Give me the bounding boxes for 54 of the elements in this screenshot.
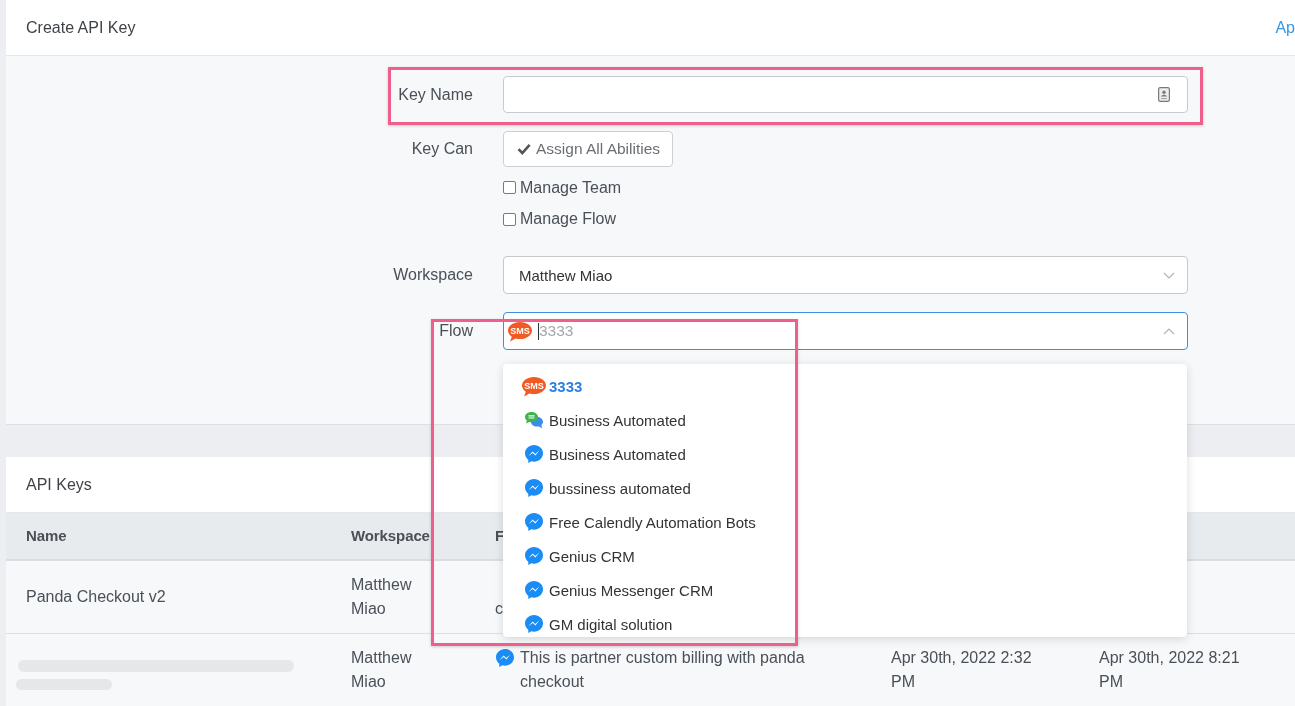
contact-card-icon[interactable] [1158,87,1170,102]
check-icon [517,143,531,155]
flow-option[interactable]: SMS 3333 [503,369,1187,403]
chevron-up-icon [1163,327,1175,335]
table-cell-text: Apr 30th, 2022 8:21 PM [1099,648,1241,692]
column-header: F [495,527,505,544]
option-label[interactable]: GM digital solution [549,615,673,633]
flow-option[interactable]: bussiness automated [503,471,1187,505]
flow-option[interactable]: Business Automated [503,437,1187,471]
assign-all-abilities-button[interactable]: Assign All Abilities [503,131,674,167]
chat-bubbles-icon [524,411,544,429]
table-cell: Panda Checkout v2 [26,588,166,605]
field-label: Key Can [411,140,473,158]
field-label: Key Name [398,85,473,104]
messenger-icon [524,512,544,532]
table-cell-text: Matthew Miao [351,648,413,692]
option-label[interactable]: 3333 [549,377,583,395]
checkbox[interactable] [503,212,516,226]
card-title: API Keys [26,475,92,494]
checkbox-label[interactable]: Manage Team [520,178,622,197]
chevron-down-icon [1163,271,1175,279]
column-header: Name [26,527,67,544]
messenger-icon [495,648,515,668]
option-label[interactable]: Business Automated [549,411,686,429]
flow-option[interactable]: Business Automated [503,403,1187,437]
flow-option[interactable]: Genius Messenger CRM [503,573,1187,607]
card-title: Create API Key [26,18,136,37]
flow-option[interactable]: Free Calendly Automation Bots [503,505,1187,539]
text-cursor [538,322,539,340]
field-label: Flow [439,321,473,341]
messenger-icon [524,614,544,634]
flow-option[interactable]: Genius CRM [503,539,1187,573]
field-label: Workspace [393,266,473,284]
messenger-icon [524,444,544,464]
table-cell-text: c [495,599,503,619]
option-label[interactable]: Genius Messenger CRM [549,581,714,599]
workspace-select[interactable]: Matthew Miao [503,256,1188,294]
table-cell-text: Matthew Miao [351,575,413,619]
checkbox-label[interactable]: Manage Flow [520,210,617,229]
option-label[interactable]: Business Automated [549,445,686,463]
messenger-icon [524,478,544,498]
sms-bubble-icon: SMS [507,320,533,342]
checkbox[interactable] [503,181,516,195]
option-label[interactable]: Free Calendly Automation Bots [549,513,756,531]
table-cell-text: Apr 30th, 2022 2:32 PM [891,648,1033,692]
sms-bubble-icon: SMS [521,375,547,397]
option-label[interactable]: bussiness automated [549,479,691,497]
table-cell-text: This is partner custom billing with panda checkout [520,648,806,692]
messenger-icon [524,546,544,566]
column-header: Workspace [351,527,430,544]
flow-option[interactable]: GM digital solution [503,607,1187,637]
key-name-field[interactable] [503,76,1188,113]
messenger-icon [524,580,544,600]
option-label[interactable]: Genius CRM [549,547,635,565]
